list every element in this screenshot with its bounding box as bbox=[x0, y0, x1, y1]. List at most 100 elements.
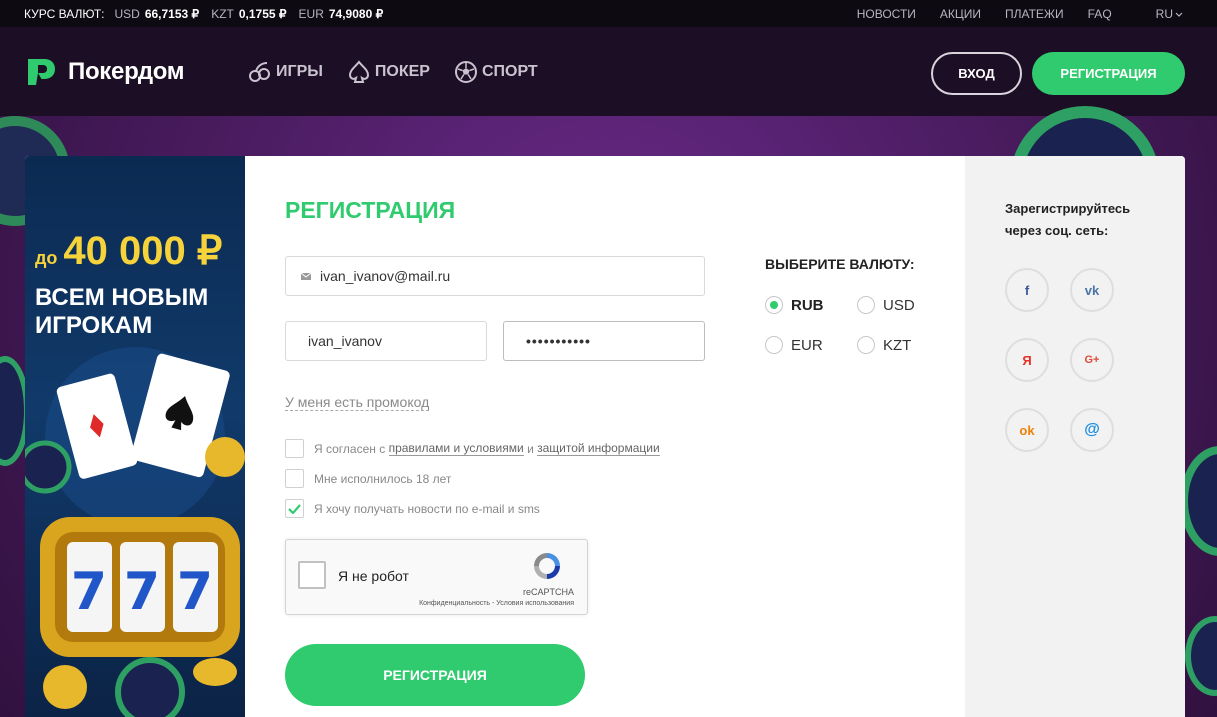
rate-value-eur: 74,9080 ₽ bbox=[328, 7, 384, 21]
currency-option-eur[interactable]: EUR bbox=[765, 336, 823, 354]
rate-code-kzt: KZT bbox=[211, 7, 234, 21]
social-register-panel: Зарегистрируйтесь через соц. сеть: f vk … bbox=[965, 156, 1185, 717]
language-value: RU bbox=[1155, 7, 1173, 21]
email-field[interactable] bbox=[285, 256, 705, 296]
currency-option-rub[interactable]: RUB bbox=[765, 296, 824, 314]
svg-text:7: 7 bbox=[124, 562, 160, 622]
currency-selector: ВЫБЕРИТЕ ВАЛЮТУ: bbox=[765, 256, 965, 272]
agree-terms-checkbox[interactable] bbox=[285, 439, 304, 458]
nav-poker[interactable]: ПОКЕР bbox=[347, 60, 430, 84]
envelope-icon bbox=[300, 272, 312, 280]
nav-games-label: ИГРЫ bbox=[276, 63, 323, 80]
mail-icon: @ bbox=[1084, 421, 1100, 438]
recaptcha-label: Я не робот bbox=[338, 568, 409, 584]
radio-icon bbox=[765, 336, 783, 354]
currency-option-usd[interactable]: USD bbox=[857, 296, 915, 314]
yandex-button[interactable]: Я bbox=[1005, 338, 1049, 382]
radio-icon bbox=[857, 296, 875, 314]
yandex-icon: Я bbox=[1022, 352, 1032, 368]
vk-button[interactable]: vk bbox=[1070, 268, 1114, 312]
radio-icon bbox=[857, 336, 875, 354]
newsletter-checkbox[interactable] bbox=[285, 499, 304, 518]
currency-option-label: USD bbox=[883, 296, 915, 314]
recaptcha-logo-icon bbox=[534, 553, 560, 579]
promo-code-link[interactable]: У меня есть промокод bbox=[285, 394, 430, 411]
recaptcha-widget: Я не робот reCAPTCHA Конфиденциальность … bbox=[285, 539, 588, 615]
top-links: НОВОСТИ АКЦИИ ПЛАТЕЖИ FAQ RU bbox=[833, 7, 1183, 21]
radio-selected-icon bbox=[765, 296, 783, 314]
nav-games[interactable]: ИГРЫ bbox=[248, 60, 323, 84]
cherries-icon bbox=[249, 62, 270, 82]
agree-terms-prefix: Я согласен с bbox=[314, 441, 386, 456]
brand-logo[interactable]: Покердом bbox=[24, 55, 185, 89]
currency-ticker-bar: КУРС ВАЛЮТ: USD 66,7153 ₽ KZT 0,1755 ₽ E… bbox=[0, 0, 1217, 27]
social-title: Зарегистрируйтесь через соц. сеть: bbox=[1005, 201, 1131, 238]
casino-chip-decoration bbox=[1180, 446, 1217, 556]
odnoklassniki-button[interactable]: ok bbox=[1005, 408, 1049, 452]
registration-modal: до 40 000 ₽ ВСЕМ НОВЫМ ИГРОКАМ 7 7 7 РЕГ… bbox=[25, 156, 1185, 717]
link-payments[interactable]: ПЛАТЕЖИ bbox=[1005, 7, 1064, 21]
link-faq[interactable]: FAQ bbox=[1088, 7, 1112, 21]
login-button[interactable]: ВХОД bbox=[931, 52, 1022, 95]
rate-code-eur: EUR bbox=[298, 7, 324, 21]
currency-option-label: RUB bbox=[791, 296, 824, 314]
mail-button[interactable]: @ bbox=[1070, 408, 1114, 452]
bonus-tagline: ВСЕМ НОВЫМ ИГРОКАМ bbox=[35, 284, 209, 339]
google-plus-button[interactable]: G+ bbox=[1070, 338, 1114, 382]
registration-form: РЕГИСТРАЦИЯ У меня есть промокод Я согла… bbox=[245, 156, 965, 717]
main-nav: ИГРЫ ПОКЕР СПОРТ bbox=[248, 60, 562, 84]
nav-sport[interactable]: СПОРТ bbox=[454, 60, 538, 84]
terms-link[interactable]: правилами и условиями bbox=[388, 441, 524, 456]
bonus-amount: до 40 000 ₽ bbox=[35, 228, 222, 274]
nav-poker-label: ПОКЕР bbox=[374, 63, 430, 80]
svg-text:7: 7 bbox=[177, 562, 213, 622]
link-news[interactable]: НОВОСТИ bbox=[857, 7, 916, 21]
privacy-link[interactable]: защитой информации bbox=[537, 441, 660, 456]
email-input[interactable] bbox=[320, 268, 704, 284]
checkmark-icon bbox=[288, 503, 301, 514]
facebook-icon: f bbox=[1024, 282, 1030, 298]
google-plus-icon: G+ bbox=[1084, 354, 1100, 366]
currency-title: ВЫБЕРИТЕ ВАЛЮТУ: bbox=[765, 256, 915, 272]
header-register-button[interactable]: РЕГИСТРАЦИЯ bbox=[1032, 52, 1185, 95]
casino-chip-decoration bbox=[1185, 616, 1217, 696]
newsletter-label: Я хочу получать новости по e-mail и sms bbox=[314, 501, 540, 516]
currency-option-label: EUR bbox=[791, 336, 823, 354]
recaptcha-legal[interactable]: Конфиденциальность - Условия использован… bbox=[419, 600, 574, 607]
pokerdom-logo-icon bbox=[28, 59, 55, 85]
spade-icon bbox=[348, 60, 369, 83]
link-promotions[interactable]: АКЦИИ bbox=[940, 7, 981, 21]
age-confirm-row: Мне исполнилось 18 лет bbox=[285, 469, 451, 488]
exchange-rates: КУРС ВАЛЮТ: USD 66,7153 ₽ KZT 0,1755 ₽ E… bbox=[24, 7, 395, 21]
site-header: Покердом ИГРЫ ПОКЕР СПОРТ ВХОД РЕГИСТРАЦ… bbox=[0, 27, 1217, 116]
vk-icon: vk bbox=[1084, 282, 1100, 298]
age-confirm-checkbox[interactable] bbox=[285, 469, 304, 488]
age-confirm-label: Мне исполнилось 18 лет bbox=[314, 471, 452, 486]
promo-banner: до 40 000 ₽ ВСЕМ НОВЫМ ИГРОКАМ 7 7 7 bbox=[25, 156, 245, 717]
password-input[interactable] bbox=[526, 333, 722, 349]
language-select[interactable]: RU bbox=[1132, 7, 1183, 21]
rates-label: КУРС ВАЛЮТ: bbox=[24, 7, 105, 21]
bonus-prefix: до bbox=[35, 248, 58, 268]
currency-option-kzt[interactable]: KZT bbox=[857, 336, 911, 354]
currency-option-label: KZT bbox=[883, 336, 912, 354]
promo-illustration: 7 7 7 bbox=[25, 347, 245, 717]
nav-sport-label: СПОРТ bbox=[481, 63, 538, 80]
facebook-button[interactable]: f bbox=[1005, 268, 1049, 312]
form-title: РЕГИСТРАЦИЯ bbox=[285, 197, 456, 223]
password-field[interactable] bbox=[503, 321, 722, 361]
odnoklassniki-icon: ok bbox=[1019, 422, 1035, 438]
recaptcha-brand: reCAPTCHA bbox=[522, 587, 574, 597]
svg-text:7: 7 bbox=[71, 562, 107, 622]
login-field[interactable] bbox=[285, 321, 489, 361]
chevron-down-icon bbox=[1175, 12, 1183, 17]
login-input[interactable] bbox=[308, 333, 489, 349]
rate-value-kzt: 0,1755 ₽ bbox=[238, 7, 287, 21]
register-submit-button[interactable]: РЕГИСТРАЦИЯ bbox=[285, 644, 585, 706]
newsletter-row: Я хочу получать новости по e-mail и sms bbox=[285, 499, 540, 518]
recaptcha-checkbox[interactable] bbox=[298, 561, 326, 589]
bonus-value: 40 000 ₽ bbox=[63, 229, 223, 273]
brand-name: Покердом bbox=[68, 58, 185, 85]
agree-terms-and: и bbox=[527, 441, 534, 456]
agree-terms-row: Я согласен с правилами и условиями и защ… bbox=[285, 439, 660, 458]
